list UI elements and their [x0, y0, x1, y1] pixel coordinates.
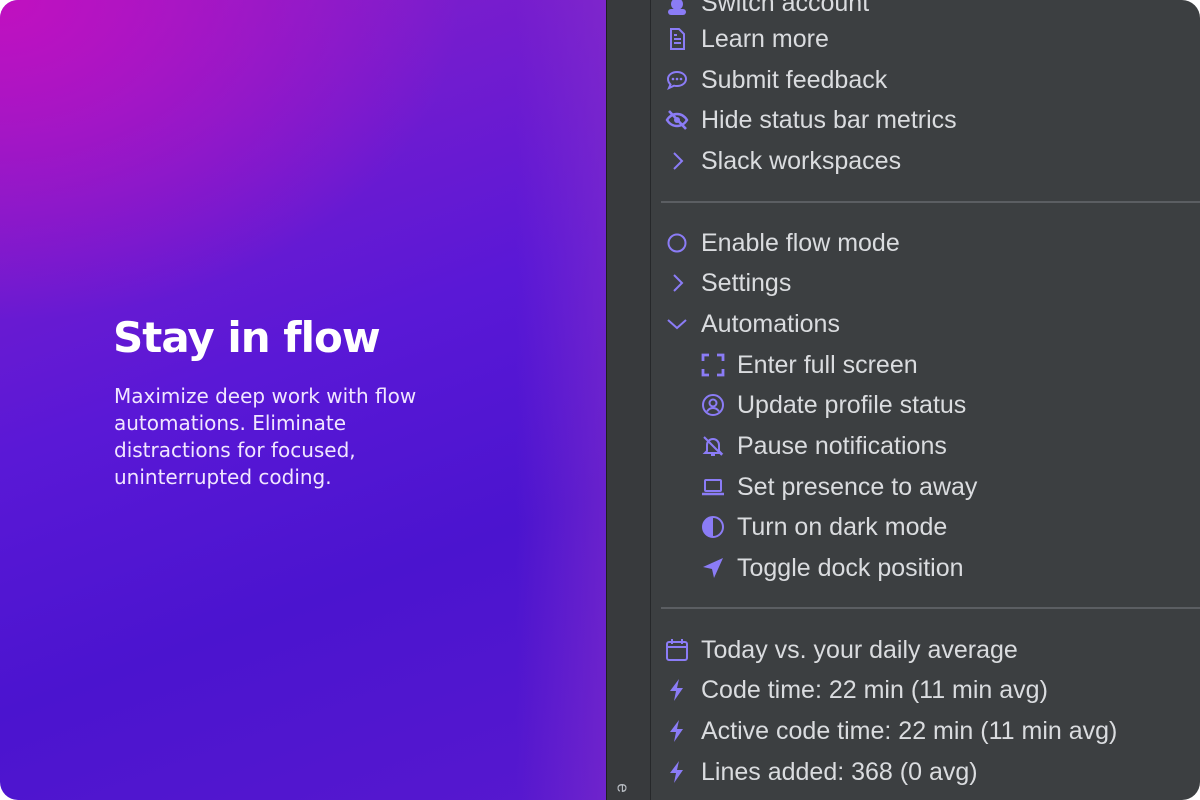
eye-off-icon [665, 108, 689, 132]
chevron-right-icon [665, 271, 689, 295]
hero-panel: Stay in flow Maximize deep work with flo… [0, 0, 606, 800]
menu-item-label: Learn more [701, 24, 829, 53]
chevron-right-icon [665, 149, 689, 173]
chevron-down-icon [665, 312, 689, 336]
menu-item-pause-notifications[interactable]: Pause notifications [701, 429, 947, 463]
menu-item-active-code-time[interactable]: Active code time: 22 min (11 min avg) [665, 714, 1117, 748]
bolt-icon [665, 719, 689, 743]
menu-item-set-presence-to-away[interactable]: Set presence to away [701, 470, 977, 504]
bolt-icon [665, 678, 689, 702]
menu-item-today-vs-average[interactable]: Today vs. your daily average [665, 633, 1018, 667]
document-icon [665, 27, 689, 51]
chat-bubble-icon [665, 68, 689, 92]
menu-item-code-time[interactable]: Code time: 22 min (11 min avg) [665, 673, 1048, 707]
hero-description: Maximize deep work with flow automations… [114, 384, 417, 489]
menu-item-label: Turn on dark mode [737, 512, 948, 541]
menu-item-learn-more[interactable]: Learn more [665, 22, 829, 56]
menu-item-switch-account[interactable]: Switch account [665, 0, 869, 20]
menu-item-label: Code time: 22 min (11 min avg) [701, 675, 1048, 704]
menu-separator [661, 201, 1200, 203]
hero-title: Stay in flow [113, 313, 381, 362]
menu-item-label: Update profile status [737, 390, 967, 419]
tool-window-strip-label[interactable]: e [613, 783, 633, 792]
menu-item-label: Settings [701, 268, 792, 297]
menu-item-lines-added[interactable]: Lines added: 368 (0 avg) [665, 755, 978, 789]
menu-item-turn-on-dark-mode[interactable]: Turn on dark mode [701, 510, 947, 544]
menu-item-label: Today vs. your daily average [701, 635, 1018, 664]
menu-item-label: Enter full screen [737, 350, 918, 379]
menu-item-label: Active code time: 22 min (11 min avg) [701, 716, 1118, 745]
tool-window-strip[interactable] [606, 0, 651, 800]
menu-separator [661, 607, 1200, 609]
profile-icon [701, 393, 725, 417]
menu-item-settings[interactable]: Settings [665, 266, 791, 300]
menu-item-label: Lines added: 368 (0 avg) [701, 757, 978, 786]
circle-icon [665, 231, 689, 255]
menu-item-label: Switch account [701, 0, 870, 17]
menu-item-hide-status-bar-metrics[interactable]: Hide status bar metrics [665, 103, 957, 137]
menu-item-enter-full-screen[interactable]: Enter full screen [701, 348, 918, 382]
menu-item-label: Toggle dock position [737, 553, 964, 582]
menu-item-slack-workspaces[interactable]: Slack workspaces [665, 144, 901, 178]
menu-item-label: Pause notifications [737, 431, 947, 460]
menu-item-toggle-dock-position[interactable]: Toggle dock position [701, 551, 964, 585]
fullscreen-icon [701, 353, 725, 377]
menu-item-label: Automations [701, 309, 840, 338]
menu-item-submit-feedback[interactable]: Submit feedback [665, 63, 887, 97]
menu-item-label: Set presence to away [737, 472, 978, 501]
menu-item-label: Submit feedback [701, 65, 888, 94]
contrast-icon [701, 515, 725, 539]
menu-item-update-profile-status[interactable]: Update profile status [701, 388, 966, 422]
laptop-icon [701, 475, 725, 499]
menu-item-label: Slack workspaces [701, 146, 902, 175]
menu-item-label: Enable flow mode [701, 228, 900, 257]
menu-item-label: Hide status bar metrics [701, 105, 957, 134]
bell-off-icon [701, 434, 725, 458]
window-frame: Stay in flow Maximize deep work with flo… [0, 0, 1200, 800]
menu-item-enable-flow-mode[interactable]: Enable flow mode [665, 226, 900, 260]
menu-item-automations[interactable]: Automations [665, 307, 840, 341]
calendar-icon [665, 638, 689, 662]
bolt-icon [665, 760, 689, 784]
person-icon [665, 0, 689, 15]
navigation-arrow-icon [701, 556, 725, 580]
